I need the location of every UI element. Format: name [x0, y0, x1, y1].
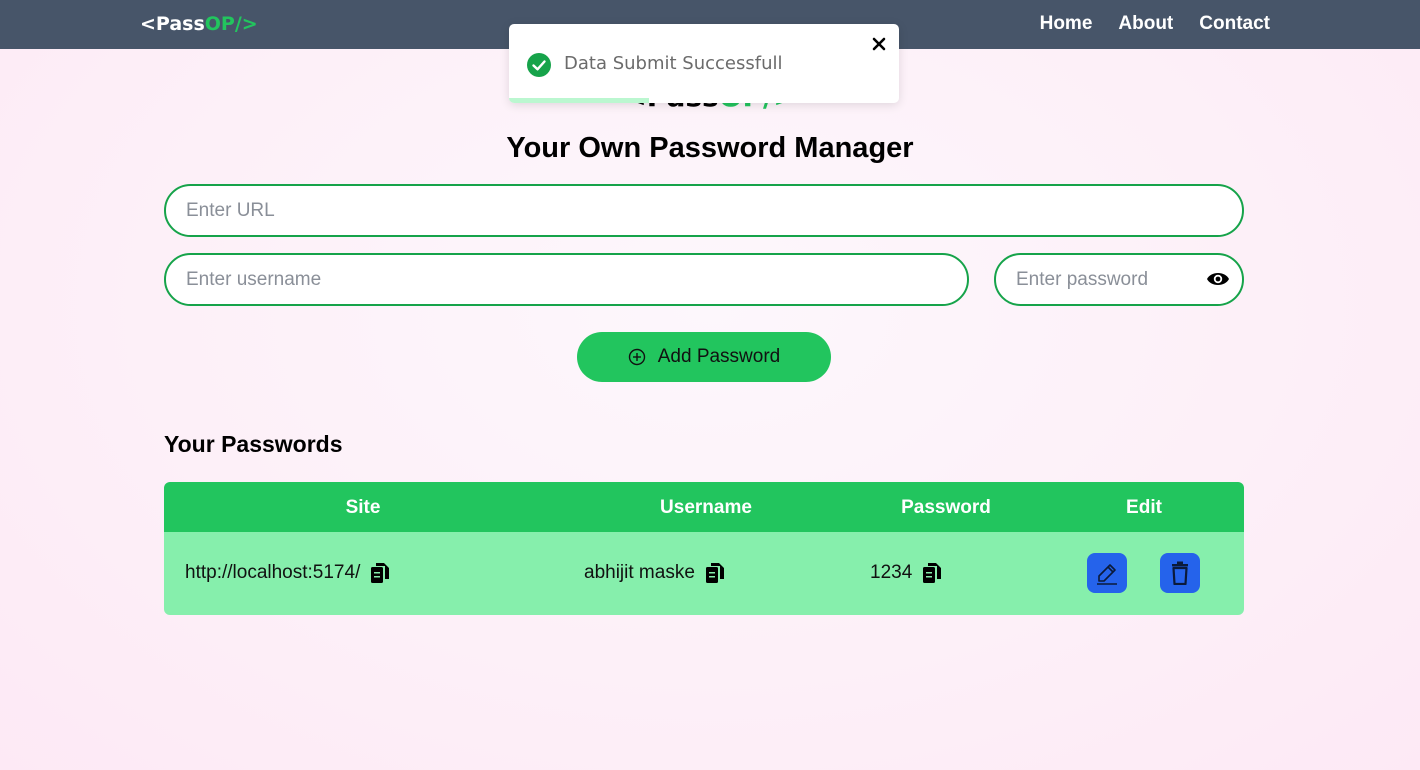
username-value: abhijit maske	[584, 562, 695, 583]
edit-button[interactable]	[1087, 553, 1127, 593]
delete-button[interactable]	[1160, 553, 1200, 593]
check-circle-icon	[527, 53, 551, 77]
site-value: http://localhost:5174/	[185, 562, 361, 583]
success-toast: Data Submit Successfull	[509, 24, 899, 103]
copy-icon[interactable]	[705, 562, 725, 584]
logo-text: <Pass	[140, 13, 205, 35]
eye-icon[interactable]	[1206, 268, 1230, 290]
header-password: Password	[901, 497, 991, 518]
close-icon[interactable]	[871, 36, 887, 52]
add-password-button[interactable]: Add Password	[577, 332, 831, 382]
cell-site: http://localhost:5174/	[185, 562, 390, 584]
cell-username: abhijit maske	[584, 562, 725, 584]
nav-links: Home About Contact	[1040, 13, 1270, 35]
header-site: Site	[345, 497, 381, 518]
passwords-table: Site Username Password Edit http://local…	[164, 482, 1244, 615]
username-input[interactable]	[164, 253, 969, 306]
toast-progress-bar	[509, 98, 650, 103]
table-header: Site Username Password Edit	[164, 482, 1244, 532]
header-edit: Edit	[1126, 497, 1162, 518]
header-username: Username	[660, 497, 752, 518]
copy-icon[interactable]	[370, 562, 390, 584]
toast-message: Data Submit Successfull	[564, 53, 783, 74]
nav-link-about[interactable]: About	[1118, 13, 1173, 35]
pencil-icon	[1097, 564, 1117, 585]
nav-link-contact[interactable]: Contact	[1199, 13, 1270, 35]
trash-icon	[1172, 561, 1188, 585]
copy-icon[interactable]	[922, 562, 942, 584]
cell-password: 1234	[870, 562, 942, 584]
logo-text-accent: OP/>	[204, 13, 258, 35]
plus-circle-icon	[628, 348, 645, 366]
table-row: http://localhost:5174/ abhijit maske 123…	[164, 532, 1244, 615]
url-input[interactable]	[164, 184, 1244, 237]
add-password-label: Add Password	[657, 346, 781, 367]
page-title: Your Own Password Manager	[506, 132, 914, 164]
passwords-heading: Your Passwords	[164, 431, 343, 457]
password-value: 1234	[870, 562, 913, 583]
logo[interactable]: <PassOP/>	[140, 13, 258, 35]
nav-link-home[interactable]: Home	[1040, 13, 1093, 35]
